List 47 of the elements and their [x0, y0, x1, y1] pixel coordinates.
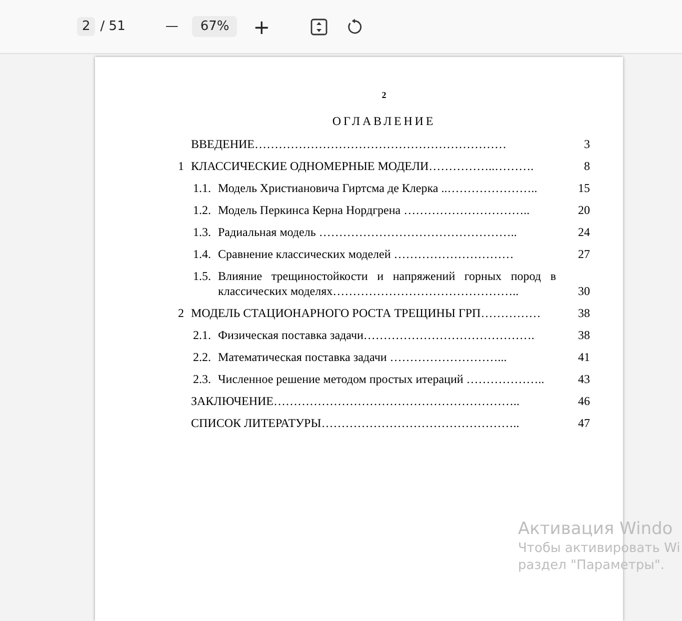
- entry-page-number: 38: [577, 328, 590, 343]
- entry-page-number: 30: [577, 284, 590, 299]
- page-number-field[interactable]: 2: [77, 17, 96, 36]
- entry-number: 2: [178, 306, 185, 321]
- entry-page-number: 38: [577, 306, 590, 321]
- zoom-out-button[interactable]: —: [161, 20, 182, 33]
- entry-page-number: 8: [583, 159, 590, 174]
- entry-title: Модель Перкинса Керна Нордгрена …………………………..: [218, 203, 531, 218]
- activation-title: Активация Windo: [518, 519, 674, 539]
- entry-title: Численное решение методом простых итераций ………………..: [218, 372, 546, 387]
- page-number: 2: [380, 90, 388, 100]
- entry-number: 2.1.: [193, 328, 212, 343]
- entry-page-number: 3: [583, 137, 590, 152]
- entry-page-number: 20: [577, 203, 590, 218]
- entry-title: Математическая поставка задачи ………………………...: [218, 350, 508, 365]
- entry-number: 1.4.: [193, 247, 212, 262]
- entry-page-number: 15: [577, 181, 590, 196]
- entry-number: 1.2.: [193, 203, 212, 218]
- entry-page-number: 43: [577, 372, 590, 387]
- entry-number: 1.3.: [193, 225, 212, 240]
- entry-title: СПИСОК ЛИТЕРАТУРЫ…………………………………………..: [191, 416, 520, 431]
- entry-title: МОДЕЛЬ СТАЦИОНАРНОГО РОСТА ТРЕЩИНЫ ГРП……………: [191, 306, 542, 321]
- zoom-in-button[interactable]: +: [249, 16, 274, 36]
- entry-number: 1: [178, 159, 185, 174]
- entry-page-number: 24: [577, 225, 590, 240]
- zoom-level-field[interactable]: 67%: [192, 16, 238, 37]
- entry-page-number: 46: [577, 394, 590, 409]
- entry-number: 2.2.: [193, 350, 212, 365]
- entry-number: 2.3.: [193, 372, 212, 387]
- entry-number: 1.5.: [193, 269, 212, 284]
- entry-title: Радиальная модель …………………………………………..: [218, 225, 518, 240]
- contents-heading: ОГЛАВЛЕНИЕ: [331, 114, 437, 129]
- page-count: / 51: [100, 19, 126, 34]
- rotate-icon[interactable]: [346, 18, 364, 36]
- entry-title: Модель Христиановича Гиртсма де Клерка ..…………………..: [218, 181, 538, 196]
- entry-title: ВВЕДЕНИЕ………………………………………………………: [191, 137, 508, 152]
- entry-number: 1.1.: [193, 181, 212, 196]
- entry-title: Физическая поставка задачи…………………………………….: [218, 328, 536, 343]
- entry-title: Влияние трещиностойкости и напряжений горных пород в классических моделях………………………………………..: [218, 269, 556, 299]
- fit-page-icon[interactable]: [310, 18, 328, 36]
- entry-page-number: 27: [577, 247, 590, 262]
- entry-title: КЛАССИЧЕСКИЕ ОДНОМЕРНЫЕ МОДЕЛИ……………..……….: [191, 159, 535, 174]
- entry-title: Сравнение классических моделей …………………………: [218, 247, 515, 262]
- activation-text: раздел "Параметры".: [518, 558, 666, 573]
- entry-title: ЗАКЛЮЧЕНИЕ……………………………………………………..: [191, 394, 520, 409]
- entry-page-number: 41: [577, 350, 590, 365]
- entry-page-number: 47: [577, 416, 590, 431]
